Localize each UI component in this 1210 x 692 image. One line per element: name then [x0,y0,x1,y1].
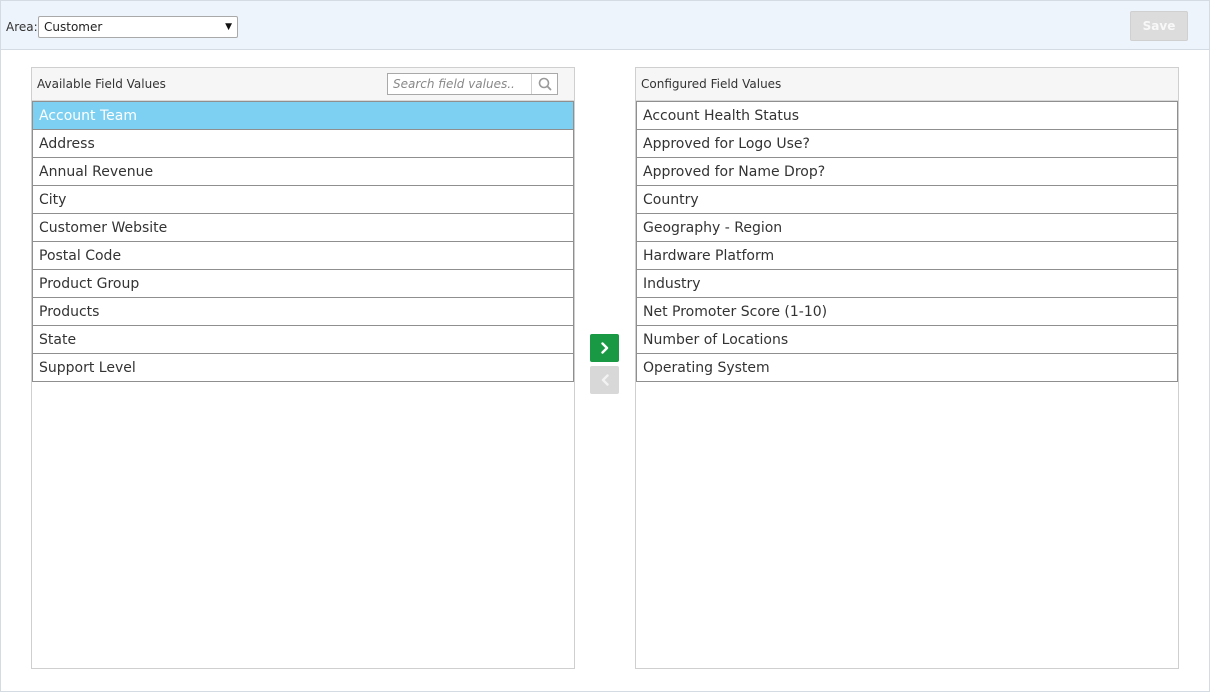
search-box [387,73,558,95]
available-panel-title: Available Field Values [37,77,166,91]
available-field-item[interactable]: City [32,185,574,214]
move-left-button[interactable] [590,366,619,394]
available-field-item[interactable]: Account Team [32,101,574,130]
configured-field-item[interactable]: Approved for Name Drop? [636,157,1178,186]
configured-field-values-panel: Configured Field Values Account Health S… [635,67,1179,669]
available-panel-header: Available Field Values [32,68,574,101]
configured-field-item[interactable]: Number of Locations [636,325,1178,354]
configured-field-item[interactable]: Operating System [636,353,1178,382]
caret-down-icon: ▼ [225,22,232,32]
available-field-item[interactable]: Product Group [32,269,574,298]
available-field-item[interactable]: Products [32,297,574,326]
available-field-item[interactable]: State [32,325,574,354]
available-field-list: Account Team Address Annual Revenue City… [32,101,574,382]
chevron-right-icon [600,342,608,354]
area-select[interactable]: Customer ▼ [38,16,238,38]
area-label: Area: [6,20,38,34]
configured-panel-header: Configured Field Values [636,68,1178,101]
search-icon[interactable] [531,74,557,94]
configured-panel-title: Configured Field Values [641,77,782,91]
configured-field-item[interactable]: Account Health Status [636,101,1178,130]
chevron-left-icon [601,374,609,386]
available-field-item[interactable]: Annual Revenue [32,157,574,186]
configured-field-item[interactable]: Net Promoter Score (1-10) [636,297,1178,326]
available-field-item[interactable]: Address [32,129,574,158]
available-field-values-panel: Available Field Values Account Team Addr… [31,67,575,669]
save-button[interactable]: Save [1130,11,1188,41]
area-select-value: Customer [44,20,103,34]
configured-field-item[interactable]: Country [636,185,1178,214]
move-right-button[interactable] [590,334,619,362]
configured-field-list: Account Health Status Approved for Logo … [636,101,1178,382]
configured-field-item[interactable]: Hardware Platform [636,241,1178,270]
configured-field-item[interactable]: Approved for Logo Use? [636,129,1178,158]
search-input[interactable] [388,74,532,94]
top-toolbar: Area: Customer ▼ Save [1,1,1209,50]
configured-field-item[interactable]: Geography - Region [636,213,1178,242]
available-field-item[interactable]: Customer Website [32,213,574,242]
available-field-item[interactable]: Support Level [32,353,574,382]
configured-field-item[interactable]: Industry [636,269,1178,298]
available-field-item[interactable]: Postal Code [32,241,574,270]
